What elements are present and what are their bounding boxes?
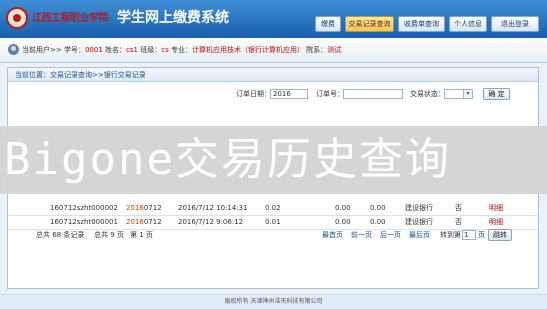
date-label: 订单日期： (236, 90, 271, 98)
student-name: cs1 (126, 46, 138, 54)
bank-name: 建设银行 (405, 204, 433, 212)
date-input[interactable]: 2016 (270, 89, 308, 99)
overlay-title: Bigone交易历史查询 (4, 134, 451, 185)
filter-bar: 订单日期： 2016 订单号： 交易状态： ▾ 确 定 (8, 86, 538, 102)
major-label: 专业： (168, 46, 192, 54)
table-row: 160712szht000002 20160712 2016/7/12 10:1… (8, 202, 538, 216)
order-input[interactable] (343, 89, 403, 99)
next-page-link[interactable]: 后一页 (380, 228, 401, 242)
nav-bill-query-button[interactable]: 收费单查询 (398, 16, 445, 32)
title-overlay: Bigone交易历史查询 (0, 126, 547, 194)
header: 江西工程职业学院 学生网上缴费系统 缴费 交易记录查询 收费单查询 个人信息 退… (0, 0, 547, 38)
amount: 0.02 (265, 204, 281, 212)
student-dept: 测试 (327, 46, 342, 54)
nav-transaction-query-button[interactable]: 交易记录查询 (345, 16, 394, 32)
status: 否 (455, 204, 462, 212)
value-1: 0.00 (335, 204, 351, 212)
top-nav: 缴费 交易记录查询 收费单查询 个人信息 退出登录 (0, 16, 547, 32)
user-info: 当前用户>> 学号：0001 姓名：cs1 班级：cs 专业：计算机应用技术（银… (22, 38, 341, 62)
nav-logout-button[interactable]: 退出登录 (491, 16, 539, 32)
pagination: 总共 68 条记录 总共 9 页 第 1 页 最首页 前一页 后一页 最后页 转… (8, 228, 538, 242)
user-info-bar: 当前用户>> 学号：0001 姓名：cs1 班级：cs 专业：计算机应用技术（银… (0, 38, 547, 63)
user-prefix: 当前用户>> 学号： (22, 46, 85, 54)
total-pages: 总共 9 页 (94, 231, 124, 239)
current-page: 第 1 页 (130, 231, 153, 239)
class-label: 班级： (137, 46, 162, 54)
value-2: 0.00 (370, 204, 386, 212)
status-label: 交易状态： (410, 90, 445, 98)
breadcrumb: 当前位置：交易记录查询>>银行交易记录 (8, 68, 538, 82)
student-class: cs (161, 46, 169, 54)
page-unit: 页 (478, 231, 485, 239)
order-number: 160712szht000002 (50, 204, 118, 212)
detail-link[interactable]: 明细 (489, 202, 503, 215)
prev-page-link[interactable]: 前一页 (351, 228, 372, 242)
dept-label: 院系： (303, 46, 328, 54)
total-records: 总共 68 条记录 (36, 231, 85, 239)
footer: 版权所有 天津神州浩天科技有限公司 (0, 294, 547, 309)
chevron-down-icon[interactable]: ▾ (463, 89, 473, 99)
order-label: 订单号： (316, 90, 344, 98)
jump-button[interactable]: 跳转 (488, 229, 512, 241)
first-page-link[interactable]: 最首页 (322, 228, 343, 242)
transaction-time: 2016/7/12 10:14:31 (178, 204, 248, 212)
name-label: 姓名： (102, 46, 127, 54)
user-icon (8, 44, 19, 55)
student-id: 0001 (84, 46, 103, 54)
nav-profile-button[interactable]: 个人信息 (449, 16, 487, 32)
confirm-button[interactable]: 确 定 (483, 88, 510, 100)
goto-label: 转到第 (440, 231, 461, 239)
nav-pay-button[interactable]: 缴费 (315, 16, 341, 32)
student-major: 计算机应用技术（银行计算机应用） (191, 46, 304, 54)
order-date: 20160712 (126, 204, 162, 212)
goto-page-input[interactable]: 1 (462, 230, 476, 240)
last-page-link[interactable]: 最后页 (409, 228, 430, 242)
